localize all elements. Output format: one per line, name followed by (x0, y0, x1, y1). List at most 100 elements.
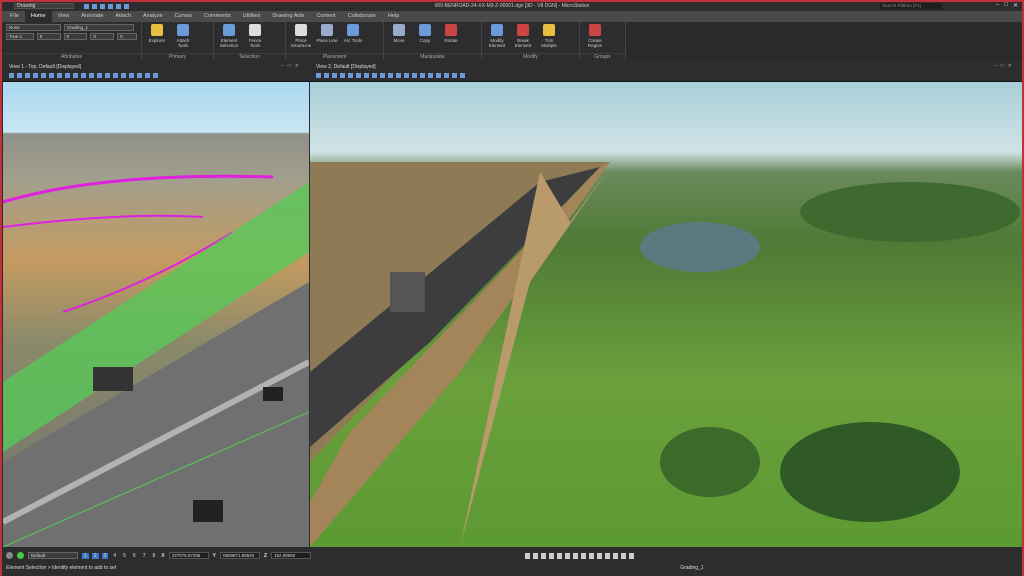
tab-help[interactable]: Help (382, 11, 405, 22)
view-toggle-5[interactable]: 5 (121, 553, 128, 559)
place-line-icon (321, 24, 333, 36)
view1-title: View 1 - Top, Default [Displayed] (3, 62, 309, 70)
view-toggle-7[interactable]: 7 (141, 553, 148, 559)
modify-element-icon (491, 24, 503, 36)
tab-home[interactable]: Home (25, 11, 52, 22)
primary-group: ExplorerAttach ToolsPrimary (142, 22, 214, 60)
placement-group: Place SmartLinePlace LineArc ToolsPlacem… (286, 22, 384, 60)
priority-select[interactable]: 0 (117, 33, 137, 40)
fence-tools-button[interactable]: Fence Tools (244, 24, 266, 48)
modify-group: Modify Element Break Element Trim Multiple… (482, 22, 580, 60)
view-toggle-6[interactable]: 6 (131, 553, 138, 559)
tab-curves[interactable]: Curves (169, 11, 198, 22)
rotate-button[interactable]: Rotate (440, 24, 462, 43)
attributes-group: NoneGrading_1 True C0000 Attributes (2, 22, 142, 60)
trim-multiple-button[interactable]: Trim Multiple (538, 24, 560, 48)
element-selection-button[interactable]: Element Selection (218, 24, 240, 48)
button-label: Create Region (584, 38, 606, 48)
place-line-button[interactable]: Place Line (316, 24, 338, 43)
view-toggles: 12345678 (82, 553, 157, 559)
rotate-icon (445, 24, 457, 36)
group-label: Selection (214, 53, 285, 60)
tab-comments[interactable]: Comments (198, 11, 237, 22)
view1-window-controls[interactable]: –□✕ (281, 63, 303, 69)
button-label: Attach Tools (172, 38, 194, 48)
active-level[interactable]: Grading_1 (680, 565, 703, 571)
z-coordinate[interactable]: 152.99950 (271, 552, 311, 559)
x-label: X (161, 553, 164, 559)
fence-tools-icon (249, 24, 261, 36)
button-label: Trim Multiple (538, 38, 560, 48)
close-button[interactable]: ✕ (1013, 2, 1018, 9)
place-smartline-button[interactable]: Place SmartLine (290, 24, 312, 48)
group-label: Groups (580, 53, 625, 60)
tab-analyze[interactable]: Analyze (137, 11, 169, 22)
tab-view[interactable]: View (52, 11, 76, 22)
button-label: Copy (420, 38, 431, 43)
attach-tools-icon (177, 24, 189, 36)
tab-annotate[interactable]: Annotate (75, 11, 109, 22)
view-toggle-8[interactable]: 8 (150, 553, 157, 559)
y-label: Y (213, 553, 216, 559)
search-ribbon-input[interactable]: Search Ribbon (F4) (880, 3, 942, 9)
manipulate-group: MoveCopyRotateManipulate (384, 22, 482, 60)
display-style-icon[interactable] (17, 552, 24, 559)
view2-header: View 2, Default [Displayed]–□✕ (310, 62, 1022, 82)
element-selection-icon (223, 24, 235, 36)
tab-utilities[interactable]: Utilities (237, 11, 267, 22)
copy-icon (419, 24, 431, 36)
maximize-button[interactable]: □ (1004, 2, 1008, 9)
move-icon (393, 24, 405, 36)
explorer-button[interactable]: Explorer (146, 24, 168, 43)
arc-tools-icon (347, 24, 359, 36)
button-label: Modify Element (486, 38, 508, 48)
view-toggle-1[interactable]: 1 (82, 553, 89, 559)
transparency-select[interactable]: 0 (90, 33, 114, 40)
attach-tools-button[interactable]: Attach Tools (172, 24, 194, 48)
status-bar: Default 12345678 X 237076.57296 Y 0969671.… (2, 548, 1022, 576)
tab-attach[interactable]: Attach (109, 11, 137, 22)
view-group-select[interactable]: Default (28, 552, 78, 559)
window-title: 009-BENROAD-24-XX-M3-Z-00001.dgn [3D - V… (2, 3, 1022, 9)
view2-toolbar[interactable] (316, 73, 466, 78)
button-label: Place Line (316, 38, 337, 43)
x-coordinate[interactable]: 237076.57296 (169, 552, 209, 559)
ribbon-tabs: FileHomeViewAnnotateAttachAnalyzeCurvesC… (2, 11, 1022, 22)
create-region-button[interactable]: Create Region (584, 24, 606, 48)
arc-tools-button[interactable]: Arc Tools (342, 24, 364, 43)
move-button[interactable]: Move (388, 24, 410, 43)
view2-rendered-canvas[interactable] (310, 82, 1022, 547)
groups-group: Create Region Groups (580, 22, 626, 60)
weight-select[interactable]: 0 (37, 33, 61, 40)
copy-button[interactable]: Copy (414, 24, 436, 43)
view-attributes-icon[interactable] (6, 552, 13, 559)
accudraw-snap-toolbar[interactable] (525, 553, 635, 559)
button-label: Place SmartLine (290, 38, 312, 48)
style-select[interactable]: 0 (64, 33, 88, 40)
view1-toolbar[interactable] (9, 73, 159, 78)
break-element-button[interactable]: Break Element (512, 24, 534, 48)
ribbon: NoneGrading_1 True C0000 Attributes Expl… (2, 22, 1022, 60)
level-select[interactable]: None (6, 24, 61, 31)
button-label: Move (393, 38, 404, 43)
view1-wireframe-canvas[interactable] (3, 82, 309, 547)
view-toggle-4[interactable]: 4 (111, 553, 118, 559)
create-region-icon (589, 24, 601, 36)
modify-element-button[interactable]: Modify Element (486, 24, 508, 48)
group-label: Attributes (2, 53, 141, 60)
tab-content[interactable]: Content (310, 11, 341, 22)
minimize-button[interactable]: – (996, 2, 999, 9)
selection-group: Element SelectionFence Tools Selection (214, 22, 286, 60)
explorer-icon (151, 24, 163, 36)
level-select-2[interactable]: Grading_1 (64, 24, 134, 31)
tab-drawing-aids[interactable]: Drawing Aids (266, 11, 310, 22)
view-toggle-2[interactable]: 2 (92, 553, 99, 559)
view2-window-controls[interactable]: –□✕ (994, 63, 1016, 69)
color-select[interactable]: True C (6, 33, 34, 40)
group-label: Modify (482, 53, 579, 60)
view-toggle-3[interactable]: 3 (102, 553, 109, 559)
tab-file[interactable]: File (4, 11, 25, 22)
view1-header: View 1 - Top, Default [Displayed]–□✕ (3, 62, 309, 82)
tab-collaborate[interactable]: Collaborate (342, 11, 382, 22)
y-coordinate[interactable]: 0969671.88593 (220, 552, 260, 559)
